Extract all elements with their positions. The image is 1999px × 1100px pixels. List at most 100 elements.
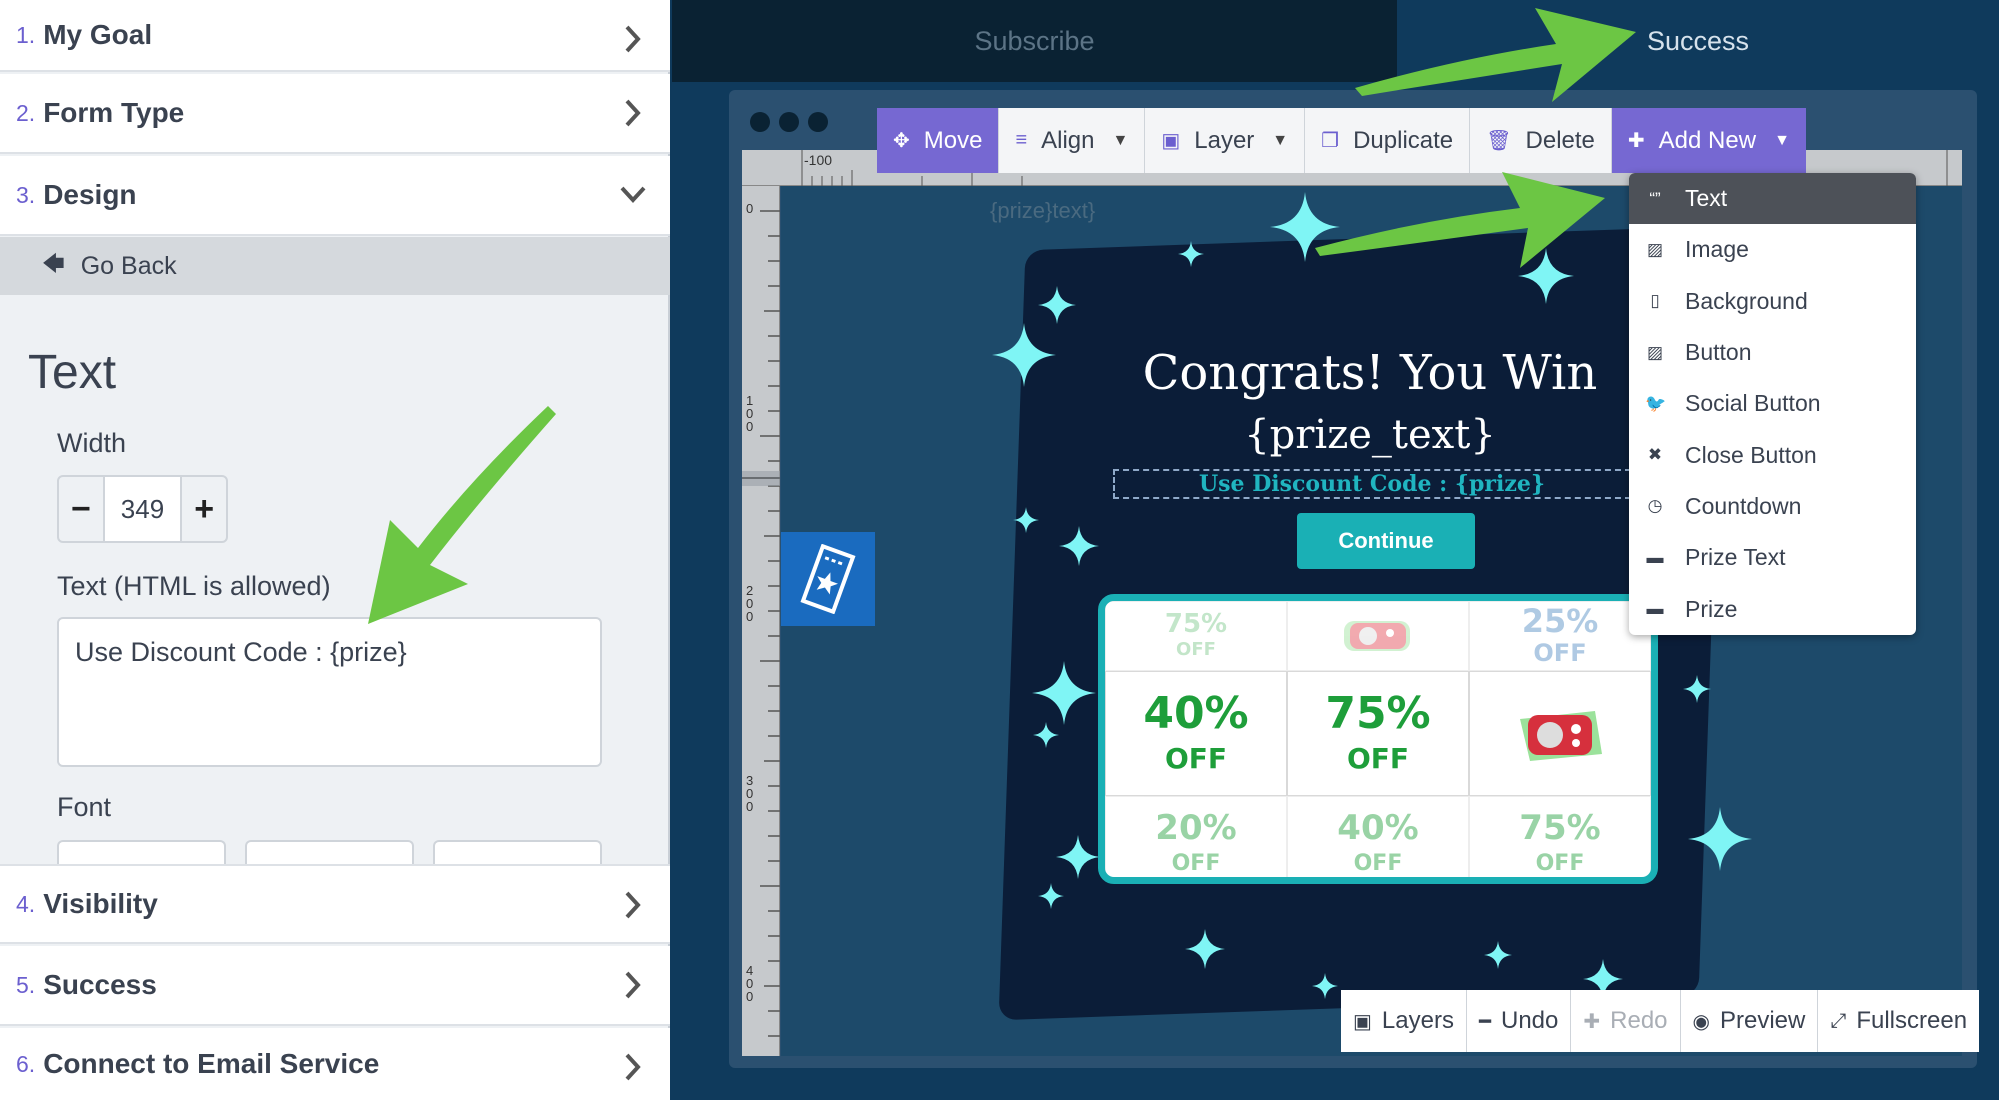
menu-item-button[interactable]: ▨ Button <box>1629 327 1916 378</box>
prize-cell: 25% OFF <box>1469 601 1651 671</box>
layers-button[interactable]: ▣ Layers <box>1341 990 1467 1052</box>
redo-label: Redo <box>1610 1007 1668 1034</box>
prize-off: OFF <box>1535 850 1585 876</box>
section-label: Connect to Email Service <box>43 1048 380 1079</box>
layer-button[interactable]: ▣ Layer ▼ <box>1145 108 1306 173</box>
menu-item-label: Text <box>1685 185 1728 212</box>
increment-button[interactable]: + <box>182 477 226 541</box>
menu-item-social-button[interactable]: 🐦 Social Button <box>1629 378 1916 429</box>
prize-off: OFF <box>1353 850 1403 876</box>
move-button[interactable]: ✥ Move <box>877 108 1000 173</box>
text-input[interactable]: Use Discount Code : {prize} <box>57 617 602 767</box>
go-back-button[interactable]: 🡄 Go Back <box>0 237 670 295</box>
ruler-label: 0 <box>746 201 754 216</box>
tab-success[interactable]: Success <box>1397 0 1999 82</box>
tab-subscribe[interactable]: Subscribe <box>672 0 1397 82</box>
menu-item-countdown[interactable]: ◷ Countdown <box>1629 481 1916 532</box>
menu-item-label: Close Button <box>1685 441 1817 468</box>
duplicate-button[interactable]: ❐ Duplicate <box>1305 108 1471 173</box>
align-label: Align <box>1041 126 1095 154</box>
menu-item-label: Image <box>1685 236 1749 263</box>
fullscreen-button[interactable]: ⤢ Fullscreen <box>1818 990 1980 1052</box>
prize-grid[interactable]: 75% OFF 25% OFF 40% OFF 75% OFF 20% OFF 40% OF… <box>1098 594 1658 884</box>
plus-icon: ✚ <box>1627 130 1645 152</box>
duplicate-label: Duplicate <box>1353 126 1454 154</box>
sparkle-icon <box>1033 722 1059 748</box>
editor-toolbar: ✥ Move ≡ Align ▼ ▣ Layer ▼ ❐ Duplicate 🗑 Delete… <box>877 108 1806 173</box>
discount-code-text[interactable]: Use Discount Code : {prize} <box>1113 469 1631 499</box>
popup-prize-text[interactable]: {prize_text} <box>1080 412 1660 458</box>
sparkle-icon <box>1683 675 1711 703</box>
sparkle-icon <box>1038 883 1064 909</box>
section-design[interactable]: 3. Design <box>0 156 670 236</box>
minus-icon: ━ <box>1478 1010 1491 1033</box>
section-connect-email[interactable]: 6. Connect to Email Service <box>0 1028 670 1100</box>
expand-icon: ⤢ <box>1830 1009 1847 1032</box>
sparkle-icon <box>1185 929 1225 969</box>
font-label: Font <box>57 792 112 822</box>
sparkle-icon <box>1032 661 1096 725</box>
section-my-goal[interactable]: 1. My Goal <box>0 0 670 72</box>
radio-icon <box>1520 710 1602 761</box>
prize-text-placeholder[interactable]: {prize}text} <box>990 198 1095 224</box>
delete-button[interactable]: 🗑 Delete <box>1470 108 1612 173</box>
sparkle-icon <box>992 323 1056 387</box>
layers-icon: ▣ <box>1353 1010 1372 1033</box>
prize-percent: 75% <box>1519 807 1601 848</box>
window-dot <box>808 112 828 132</box>
prize-off: OFF <box>1346 741 1410 775</box>
section-form-type[interactable]: 2. Form Type <box>0 74 670 154</box>
width-label: Width <box>57 428 127 458</box>
add-new-menu: “” Text ▨ Image ▯ Background ▨ Button 🐦 Socia… <box>1629 173 1916 635</box>
prize-percent: 75% <box>1164 608 1228 639</box>
menu-item-image[interactable]: ▨ Image <box>1629 224 1916 275</box>
sparkle-icon <box>1056 835 1100 879</box>
continue-button[interactable]: Continue <box>1297 513 1475 569</box>
menu-item-prize[interactable]: ▬ Prize <box>1629 583 1916 634</box>
preview-button[interactable]: ◉ Preview <box>1680 990 1819 1052</box>
redo-button[interactable]: ✚ Redo <box>1571 990 1681 1052</box>
section-visibility[interactable]: 4. Visibility <box>0 864 670 944</box>
menu-item-close-button[interactable]: ✖ Close Button <box>1629 429 1916 480</box>
undo-label: Undo <box>1501 1007 1559 1034</box>
panel-title: Text <box>28 346 117 399</box>
prize-percent: 40% <box>1337 807 1419 848</box>
width-input[interactable]: 349 <box>102 477 183 541</box>
prize-off: OFF <box>1533 639 1587 667</box>
prize-cell: 20% OFF <box>1105 796 1287 877</box>
briefcase-icon: ▬ <box>1646 547 1664 567</box>
menu-item-label: Prize Text <box>1685 544 1786 571</box>
radio-icon <box>1344 621 1410 651</box>
width-stepper: − 349 + <box>57 475 228 543</box>
prize-off: OFF <box>1171 850 1221 876</box>
align-button[interactable]: ≡ Align ▼ <box>999 108 1146 173</box>
sparkle-icon <box>1312 973 1338 999</box>
add-new-button[interactable]: ✚ Add New ▼ <box>1611 108 1806 173</box>
go-back-label: Go Back <box>80 251 177 280</box>
copy-icon: ❐ <box>1321 130 1340 152</box>
plus-icon: ✚ <box>1583 1010 1601 1033</box>
ruler-label: 4 0 0 <box>746 963 754 1004</box>
prize-cell: 40% OFF <box>1287 796 1469 877</box>
twitter-icon: 🐦 <box>1645 393 1667 413</box>
section-success[interactable]: 5. Success <box>0 946 670 1026</box>
move-label: Move <box>923 126 983 154</box>
add-new-label: Add New <box>1658 126 1757 154</box>
undo-button[interactable]: ━ Undo <box>1466 990 1572 1052</box>
decrement-button[interactable]: − <box>59 477 103 541</box>
clock-icon: ◷ <box>1647 496 1663 516</box>
menu-item-text[interactable]: “” Text <box>1629 173 1916 225</box>
menu-item-background[interactable]: ▯ Background <box>1629 276 1916 327</box>
layer-icon: ▣ <box>1161 130 1181 152</box>
prize-cell: 75% OFF <box>1287 671 1469 796</box>
popup-title[interactable]: Congrats! You Win <box>1080 345 1660 401</box>
menu-item-prize-text[interactable]: ▬ Prize Text <box>1629 532 1916 583</box>
menu-item-label: Background <box>1685 287 1808 314</box>
sparkle-icon <box>1013 507 1039 533</box>
sparkle-icon <box>1518 248 1574 304</box>
section-label: Design <box>43 179 137 210</box>
chevron-right-icon <box>625 891 641 919</box>
ticket-tab[interactable] <box>781 532 875 626</box>
layers-label: Layers <box>1381 1007 1454 1034</box>
chevron-right-icon <box>625 971 641 999</box>
